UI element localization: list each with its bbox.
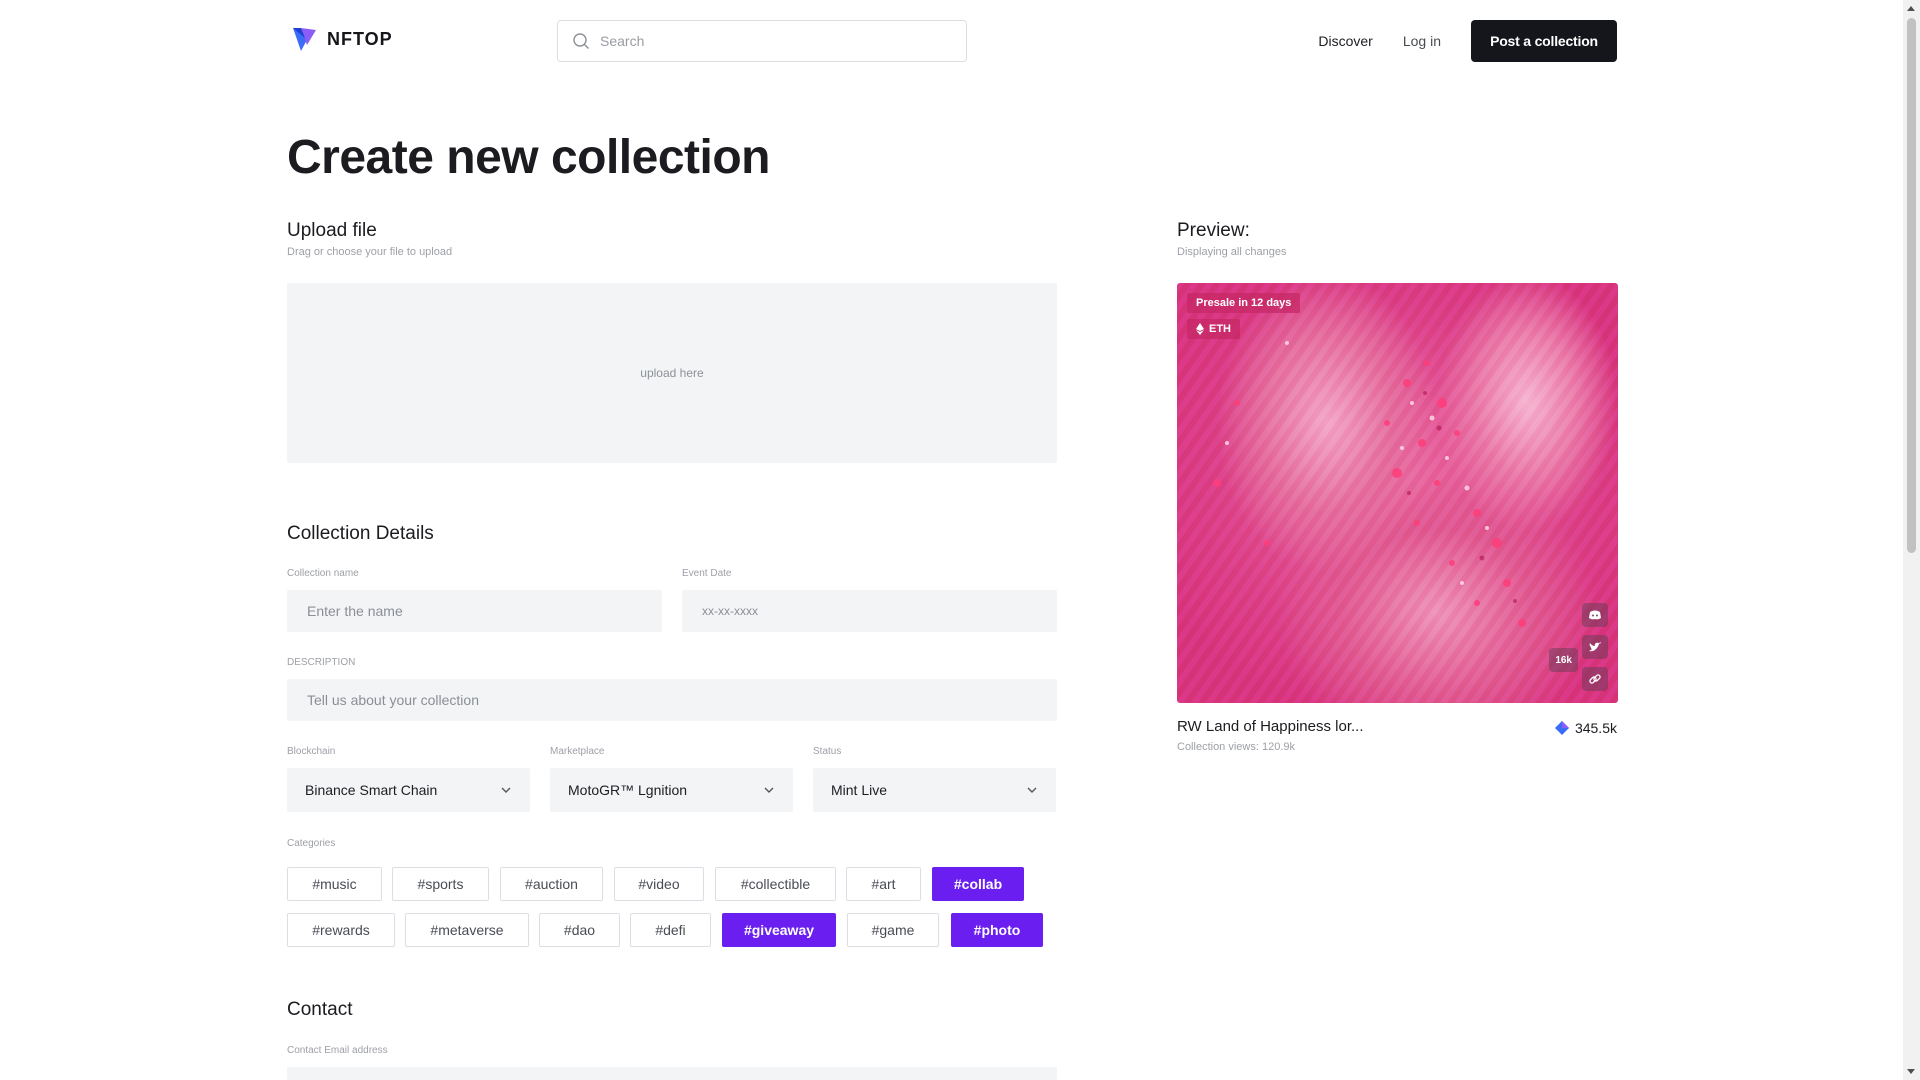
marketplace-value: MotoGR™ Lgnition: [568, 782, 688, 798]
page-title: Create new collection: [287, 131, 770, 184]
category-tag[interactable]: #sports: [392, 867, 489, 901]
description-input[interactable]: [287, 679, 1057, 721]
preview-title: Preview:: [1177, 220, 1250, 241]
logo-icon: [293, 28, 316, 51]
nav-discover[interactable]: Discover: [1318, 33, 1372, 49]
top-nav: Discover Log in Post a collection: [1318, 20, 1617, 62]
categories-label: Categories: [287, 838, 336, 849]
category-tag[interactable]: #dao: [539, 913, 620, 947]
category-tag[interactable]: #art: [846, 867, 921, 901]
chevron-down-icon: [1027, 787, 1037, 793]
preview-price-value: 345.5k: [1574, 720, 1617, 736]
category-tag[interactable]: #video: [614, 867, 704, 901]
upload-dropzone-text: upload here: [640, 366, 704, 380]
preview-card-views: Collection views: 120.9k: [1177, 741, 1296, 753]
preview-card-price: 345.5k: [1554, 720, 1617, 736]
ethereum-icon: [1196, 323, 1204, 335]
preview-subtitle: Displaying all changes: [1177, 246, 1287, 258]
marketplace-select[interactable]: MotoGR™ Lgnition: [550, 768, 793, 812]
contact-email-input[interactable]: [287, 1067, 1057, 1080]
collection-name-label: Collection name: [287, 568, 359, 579]
blockchain-select[interactable]: Binance Smart Chain: [287, 768, 530, 812]
search-box[interactable]: [557, 20, 967, 62]
search-input[interactable]: [600, 33, 940, 49]
upload-subtitle: Drag or choose your file to upload: [287, 246, 453, 258]
discord-icon: [1589, 610, 1601, 620]
logo-text: NFTOP: [327, 28, 393, 49]
preview-card-image[interactable]: Presale in 12 days ETH 16k: [1177, 283, 1618, 703]
event-date-input[interactable]: [682, 590, 1057, 632]
link-icon: [1589, 674, 1601, 684]
scroll-up-arrow[interactable]: [1907, 6, 1915, 11]
link-button[interactable]: [1582, 667, 1608, 691]
category-tag[interactable]: #photo: [951, 913, 1043, 947]
presale-badge: Presale in 12 days: [1187, 293, 1301, 313]
search-icon: [573, 33, 589, 49]
post-collection-button[interactable]: Post a collection: [1471, 20, 1617, 62]
chevron-down-icon: [764, 787, 774, 793]
category-tag[interactable]: #rewards: [287, 913, 395, 947]
description-label: DESCRIPTION: [287, 657, 356, 668]
category-tag[interactable]: #collab: [932, 867, 1024, 901]
scrollbar-thumb[interactable]: [1907, 18, 1916, 553]
details-title: Collection Details: [287, 523, 434, 544]
upload-title: Upload file: [287, 220, 377, 241]
category-tag[interactable]: #metaverse: [405, 913, 529, 947]
event-date-label: Event Date: [682, 568, 732, 579]
scroll-down-arrow[interactable]: [1907, 1069, 1915, 1074]
token-icon: [1554, 721, 1569, 735]
twitter-count: 16k: [1549, 648, 1578, 672]
category-tag[interactable]: #music: [287, 867, 382, 901]
marketplace-label: Marketplace: [550, 746, 605, 757]
upload-dropzone[interactable]: upload here: [287, 283, 1057, 463]
status-select[interactable]: Mint Live: [813, 768, 1056, 812]
confetti-decoration: [1213, 341, 1526, 627]
category-tag[interactable]: #defi: [630, 913, 711, 947]
contact-email-label: Contact Email address: [287, 1045, 388, 1056]
status-label: Status: [813, 746, 842, 757]
nav-login[interactable]: Log in: [1403, 33, 1441, 49]
contact-title: Contact: [287, 999, 353, 1020]
twitter-icon: [1589, 642, 1601, 652]
preview-card-name[interactable]: RW Land of Happiness lor...: [1177, 718, 1364, 735]
blockchain-label: Blockchain: [287, 746, 336, 757]
category-tag[interactable]: #giveaway: [722, 913, 836, 947]
chain-badge: ETH: [1187, 319, 1240, 339]
collection-name-input[interactable]: [287, 590, 662, 632]
page-scrollbar[interactable]: [1903, 0, 1920, 1080]
twitter-button[interactable]: [1582, 635, 1608, 659]
category-tag[interactable]: #game: [847, 913, 939, 947]
chevron-down-icon: [501, 787, 511, 793]
discord-button[interactable]: [1582, 603, 1608, 627]
blockchain-value: Binance Smart Chain: [305, 782, 438, 798]
chain-badge-label: ETH: [1209, 323, 1231, 335]
logo[interactable]: NFTOP: [289, 24, 393, 54]
category-tag[interactable]: #collectible: [715, 867, 836, 901]
category-tag[interactable]: #auction: [500, 867, 603, 901]
status-value: Mint Live: [831, 782, 888, 798]
